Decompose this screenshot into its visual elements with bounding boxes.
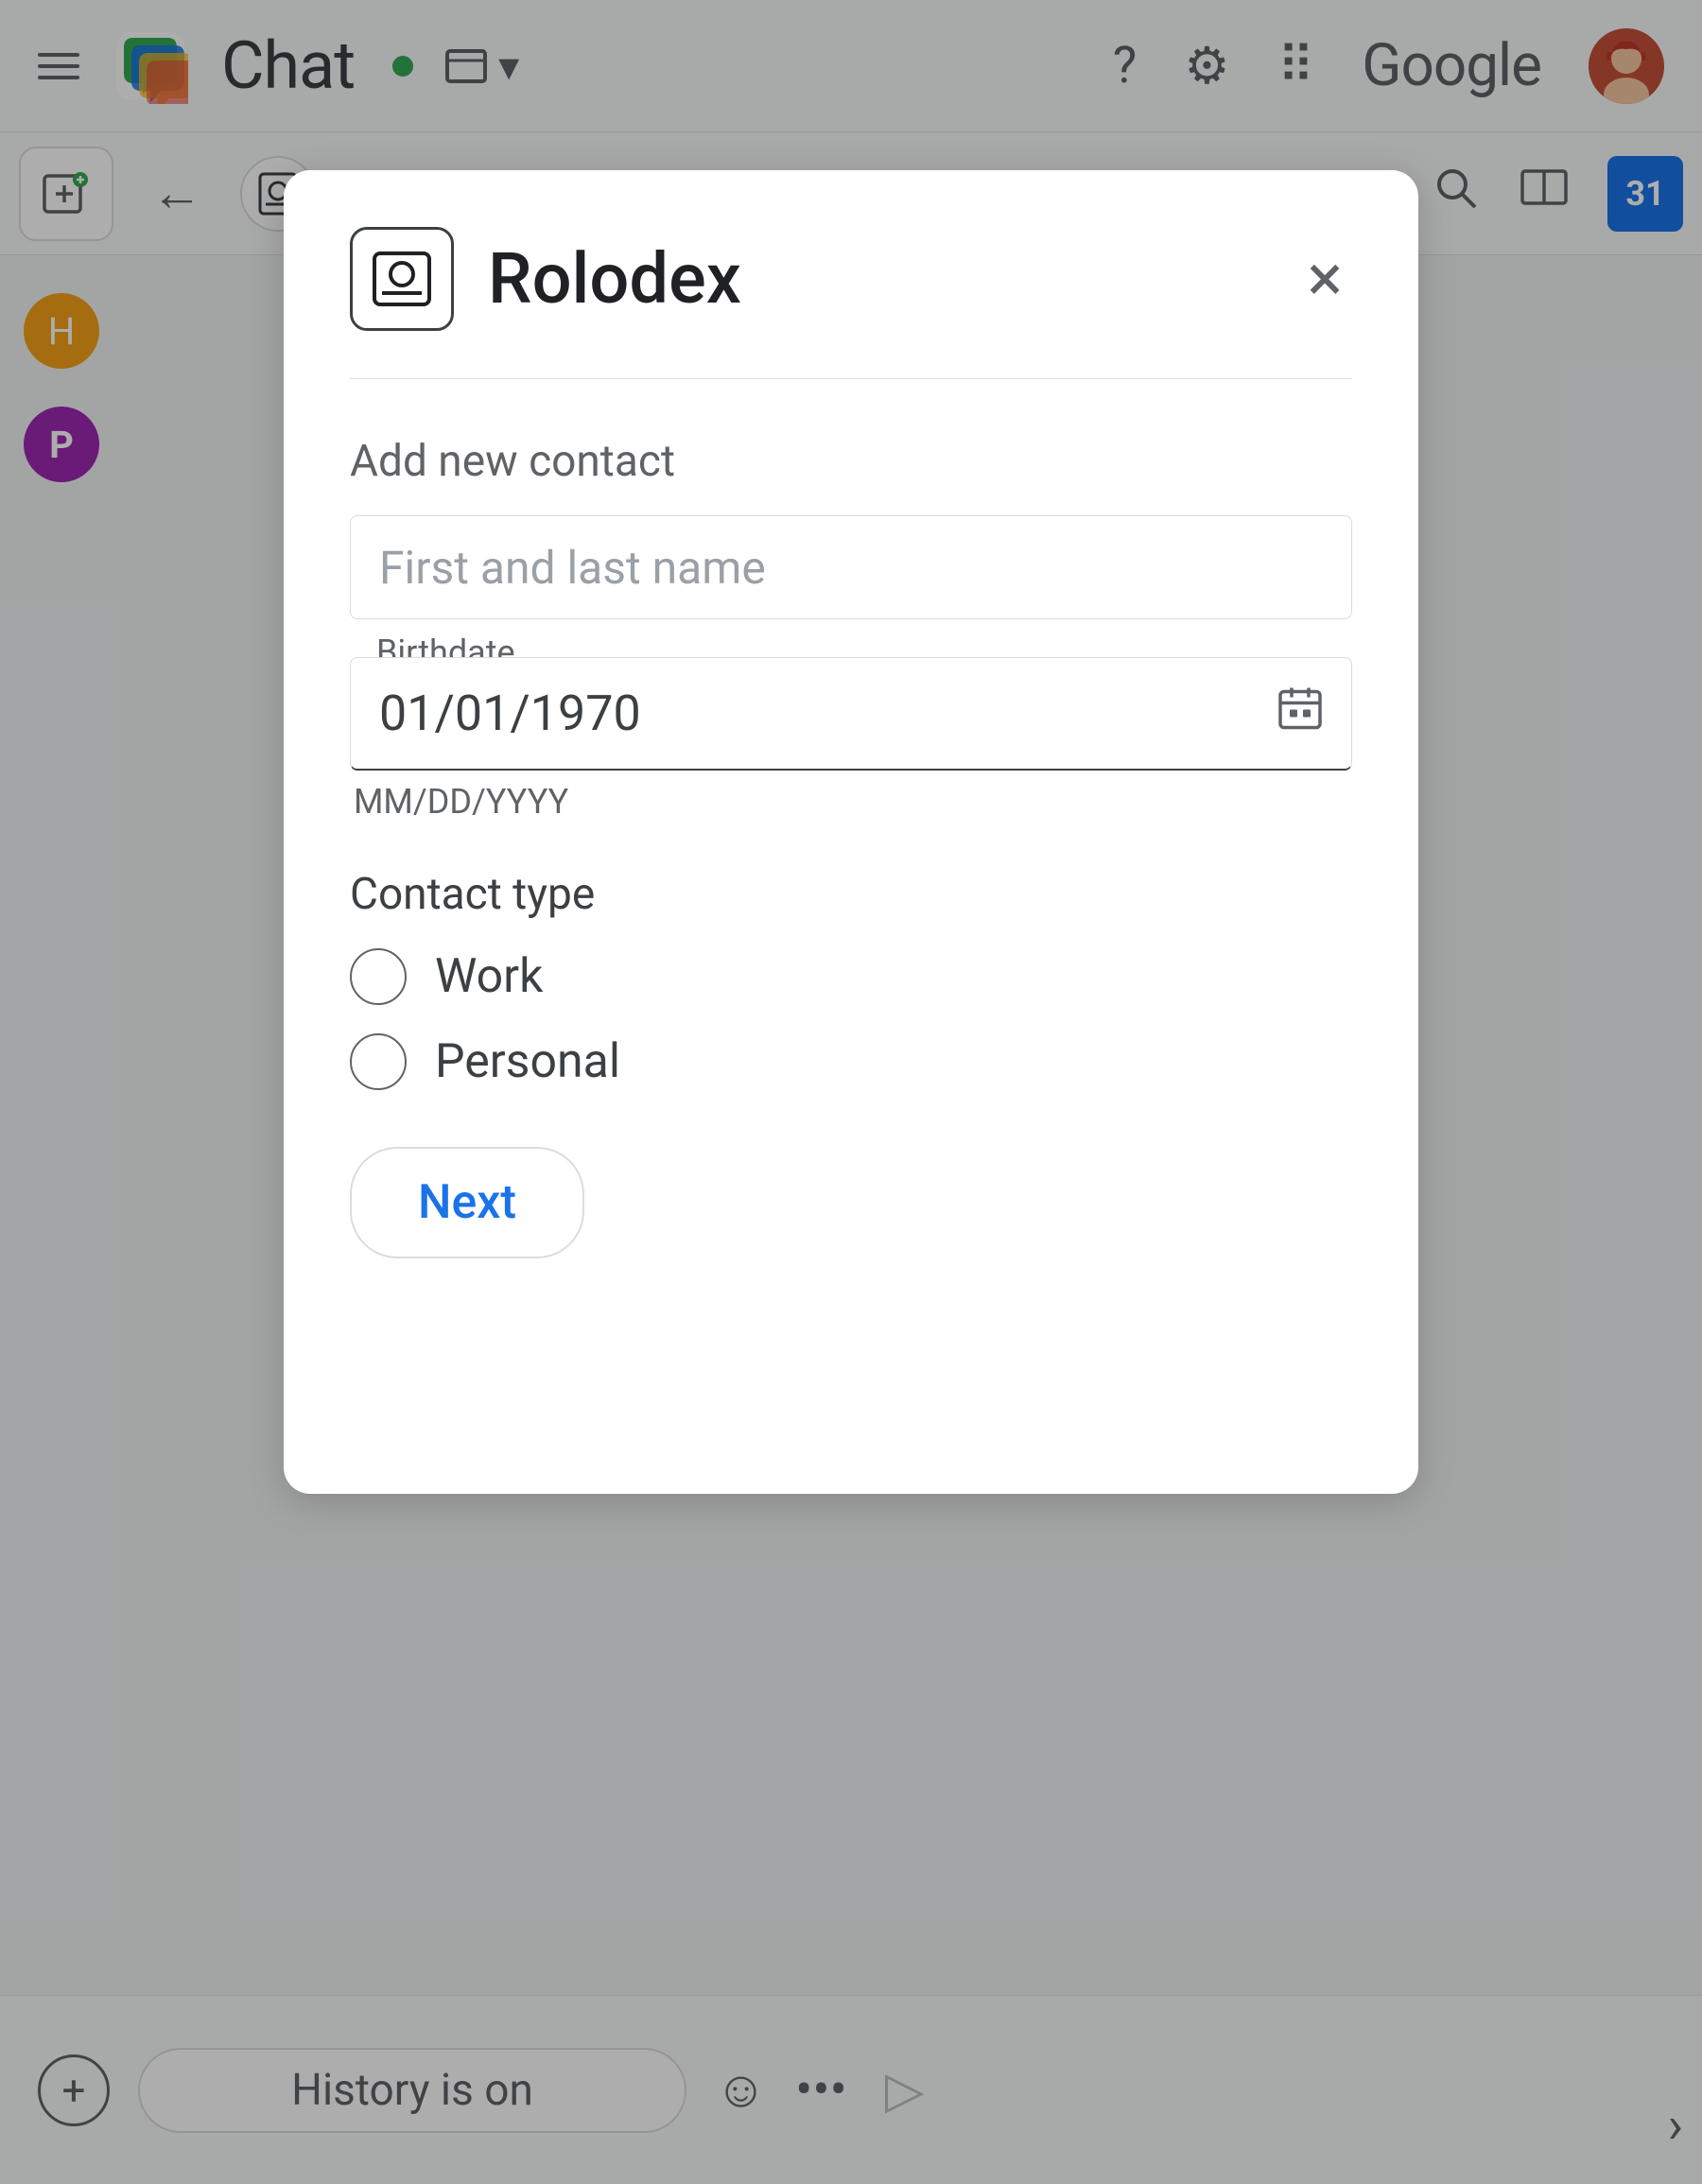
modal-header: Rolodex × — [350, 227, 1352, 331]
section-label: Add new contact — [350, 436, 1352, 487]
radio-personal[interactable]: Personal — [350, 1033, 1352, 1090]
next-button[interactable]: Next — [350, 1147, 584, 1258]
contact-type-label: Contact type — [350, 869, 1352, 920]
calendar-picker-icon[interactable] — [1276, 685, 1324, 744]
modal-overlay: Rolodex × Add new contact Birthdate — [0, 0, 1702, 2184]
radio-work-circle[interactable] — [350, 948, 407, 1005]
modal-divider — [350, 378, 1352, 379]
radio-personal-label: Personal — [435, 1034, 620, 1089]
birthdate-field-wrapper: Birthdate — [350, 657, 1352, 771]
modal-title: Rolodex — [488, 238, 1298, 321]
contact-type-radio-group: Work Personal — [350, 948, 1352, 1090]
date-format-hint: MM/DD/YYYY — [354, 782, 1352, 822]
rolodex-modal: Rolodex × Add new contact Birthdate — [284, 170, 1418, 1494]
radio-personal-circle[interactable] — [350, 1033, 407, 1090]
radio-work[interactable]: Work — [350, 948, 1352, 1005]
close-modal-button[interactable]: × — [1298, 236, 1352, 321]
modal-logo-icon — [350, 227, 454, 331]
radio-work-label: Work — [435, 949, 543, 1004]
name-input[interactable] — [350, 515, 1352, 619]
birthdate-input[interactable] — [350, 657, 1352, 771]
